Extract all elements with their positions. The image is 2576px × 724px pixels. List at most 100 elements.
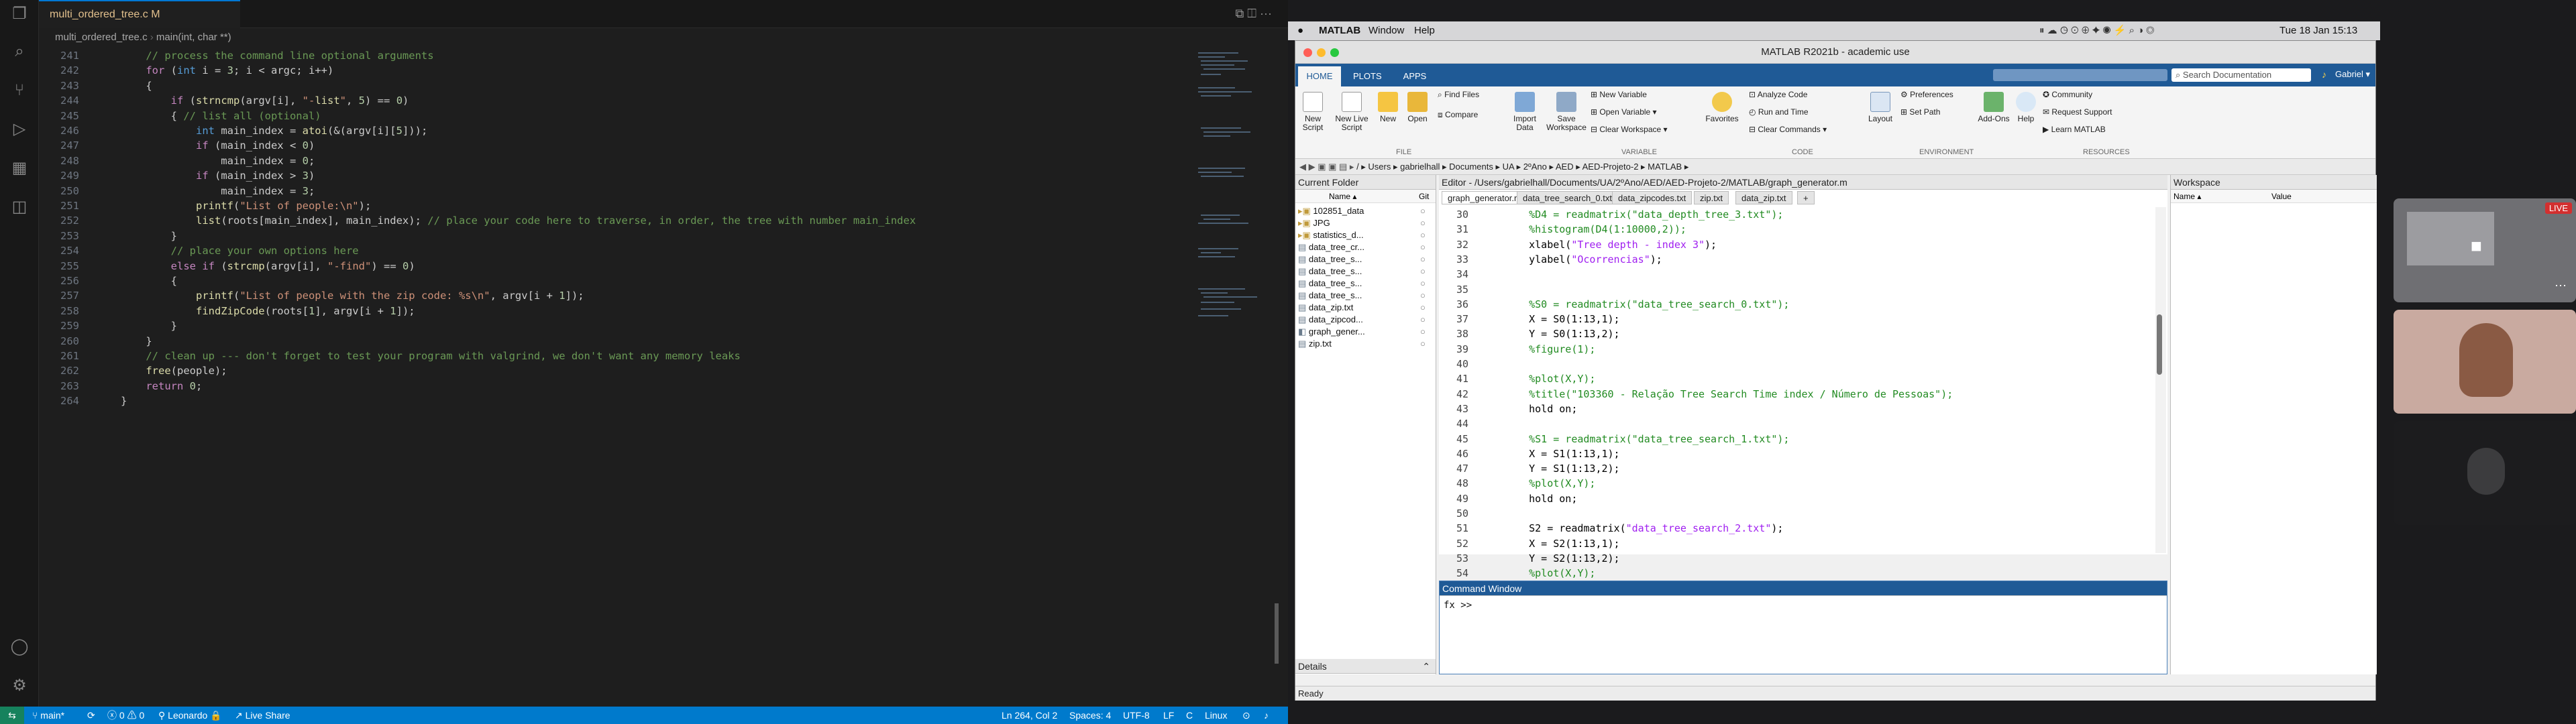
- new-live-script-button[interactable]: New Live Script: [1333, 92, 1371, 132]
- file-item[interactable]: ▤ data_zipcod... ○: [1298, 314, 1432, 325]
- new-script-button[interactable]: New Script: [1299, 92, 1326, 132]
- save-workspace-button[interactable]: Save Workspace: [1546, 92, 1587, 132]
- eol-status[interactable]: LF: [1163, 707, 1174, 724]
- current-path[interactable]: / ▸ Users ▸ gabrielhall ▸ Documents ▸ UA…: [1356, 162, 1688, 172]
- file-item[interactable]: ▤ data_tree_s... ○: [1298, 278, 1432, 289]
- code-line[interactable]: }: [121, 334, 152, 349]
- video-tile-participant[interactable]: [2394, 310, 2576, 414]
- new-button[interactable]: New: [1376, 92, 1400, 123]
- nav-buttons-icon[interactable]: ◀ ▶ ▣ ▣ ▤ ▸: [1295, 162, 1354, 172]
- clear-commands-button[interactable]: ⊟ Clear Commands ▾: [1749, 125, 1849, 134]
- code-line[interactable]: %plot(X,Y);: [1505, 371, 1595, 386]
- close-window-button[interactable]: [1303, 48, 1312, 57]
- code-line[interactable]: X = S1(1:13,1);: [1505, 446, 1619, 461]
- apple-menu-icon[interactable]: ●: [1297, 21, 1303, 40]
- code-line[interactable]: {: [121, 274, 177, 288]
- tab-multi-ordered-tree[interactable]: multi_ordered_tree.c M: [39, 0, 240, 28]
- community-link[interactable]: ✪ Community: [2043, 90, 2137, 99]
- code-line[interactable]: printf("List of people with the zip code…: [121, 288, 584, 303]
- problems-status[interactable]: ⓧ 0 ⚠ 0: [107, 707, 144, 724]
- run-and-time-button[interactable]: ◴ Run and Time: [1749, 108, 1836, 117]
- code-line[interactable]: %plot(X,Y);: [1505, 476, 1595, 491]
- editor-tab[interactable]: data_zipcodes.txt: [1612, 191, 1693, 204]
- col-git-header[interactable]: Git: [1419, 190, 1429, 203]
- editor-tab[interactable]: data_zip.txt: [1735, 191, 1792, 204]
- broadcast-icon[interactable]: ⊙: [1242, 707, 1250, 724]
- learn-matlab-link[interactable]: ▶ Learn MATLAB: [2043, 125, 2137, 134]
- code-line[interactable]: {: [121, 78, 152, 93]
- find-files-button[interactable]: ⌕ Find Files: [1438, 90, 1491, 99]
- tab-home[interactable]: HOME: [1298, 66, 1341, 86]
- import-data-button[interactable]: Import Data: [1509, 92, 1541, 132]
- cursor-position[interactable]: Ln 264, Col 2: [1002, 707, 1057, 724]
- search-icon[interactable]: ⌕: [9, 42, 30, 62]
- open-button[interactable]: Open: [1404, 92, 1431, 123]
- code-line[interactable]: // clean up --- don't forget to test you…: [121, 349, 741, 363]
- details-panel-header[interactable]: Details ⌃: [1295, 659, 1436, 674]
- editor-tab[interactable]: graph_generator.m: [1442, 191, 1527, 204]
- search-documentation-input[interactable]: ⌕ Search Documentation: [2171, 68, 2311, 82]
- user-status[interactable]: ⚲ Leonardo 🔒: [158, 707, 222, 724]
- preferences-button[interactable]: ⚙ Preferences: [1900, 90, 1974, 99]
- clear-workspace-button[interactable]: ⊟ Clear Workspace ▾: [1591, 125, 1691, 134]
- breadcrumb-file[interactable]: multi_ordered_tree.c: [55, 32, 148, 43]
- code-line[interactable]: %D4 = readmatrix("data_depth_tree_3.txt"…: [1505, 207, 1783, 222]
- code-line[interactable]: hold on;: [1505, 491, 1577, 506]
- minimize-window-button[interactable]: [1317, 48, 1326, 57]
- code-line[interactable]: // process the command line optional arg…: [121, 48, 433, 63]
- encoding-status[interactable]: UTF-8: [1123, 707, 1150, 724]
- request-support-link[interactable]: ✉ Request Support: [2043, 108, 2137, 117]
- os-status[interactable]: Linux: [1205, 707, 1227, 724]
- editor-actions-icon[interactable]: ⧉ ◫ ⋯: [1235, 7, 1272, 21]
- editor-tab[interactable]: zip.txt: [1694, 191, 1729, 204]
- settings-gear-icon[interactable]: ⚙: [9, 676, 30, 696]
- extensions-icon[interactable]: ▦: [9, 158, 30, 178]
- breadcrumb-function[interactable]: main(int, char **): [156, 32, 231, 43]
- code-line[interactable]: hold on;: [1505, 402, 1577, 416]
- file-item[interactable]: ▸▣ 102851_data ○: [1298, 206, 1432, 217]
- code-line[interactable]: // place your own options here: [121, 243, 359, 258]
- file-item[interactable]: ◧ graph_gener... ○: [1298, 326, 1432, 337]
- code-line[interactable]: xlabel("Tree depth - index 3");: [1505, 237, 1717, 252]
- command-prompt[interactable]: fx >>: [1444, 600, 1472, 611]
- account-icon[interactable]: ◯: [9, 637, 30, 657]
- code-line[interactable]: for (int i = 3; i < argc; i++): [121, 63, 333, 78]
- zoom-window-button[interactable]: [1330, 48, 1339, 57]
- code-line[interactable]: }: [121, 229, 177, 243]
- remote-explorer-icon[interactable]: ◫: [9, 197, 30, 217]
- analyze-code-button[interactable]: ⊡ Analyze Code: [1749, 90, 1836, 99]
- file-item[interactable]: ▤ zip.txt ○: [1298, 339, 1432, 349]
- layout-button[interactable]: Layout: [1866, 92, 1895, 123]
- code-line[interactable]: S2 = readmatrix("data_tree_search_2.txt"…: [1505, 521, 1783, 536]
- file-item[interactable]: ▸▣ statistics_d... ○: [1298, 230, 1432, 241]
- more-options-icon[interactable]: ⋯: [2555, 279, 2567, 293]
- code-line[interactable]: Y = S2(1:13,2);: [1505, 551, 1619, 566]
- remote-icon[interactable]: ⇆: [0, 707, 24, 724]
- code-line[interactable]: findZipCode(roots[1], argv[i + 1]);: [121, 304, 415, 318]
- code-line[interactable]: return 0;: [121, 379, 202, 394]
- video-tile-self[interactable]: [2394, 421, 2576, 525]
- code-line[interactable]: %figure(1);: [1505, 342, 1595, 357]
- code-line[interactable]: main_index = 3;: [121, 184, 315, 198]
- command-window[interactable]: Command Window fx >>: [1439, 581, 2167, 674]
- ws-col-value[interactable]: Value: [2271, 190, 2292, 203]
- minimap[interactable]: [1193, 47, 1280, 690]
- file-item[interactable]: ▤ data_tree_s... ○: [1298, 266, 1432, 277]
- col-name-header[interactable]: Name ▴: [1329, 190, 1356, 203]
- source-control-icon[interactable]: ⑂: [9, 80, 30, 101]
- code-line[interactable]: { // list all (optional): [121, 109, 321, 123]
- code-line[interactable]: %plot(X,Y);: [1505, 566, 1595, 581]
- code-line[interactable]: Y = S0(1:13,2);: [1505, 326, 1619, 341]
- file-item[interactable]: ▸▣ JPG ○: [1298, 218, 1432, 229]
- code-line[interactable]: }: [121, 318, 177, 333]
- code-editor[interactable]: 241 // process the command line optional…: [39, 47, 1193, 690]
- code-line[interactable]: X = S2(1:13,1);: [1505, 536, 1619, 551]
- code-line[interactable]: }: [121, 394, 127, 408]
- notifications-bell-icon[interactable]: ♪: [1264, 707, 1269, 724]
- set-path-button[interactable]: ⊞ Set Path: [1900, 108, 1974, 117]
- live-share-button[interactable]: ↗ Live Share: [235, 707, 290, 724]
- favorites-button[interactable]: Favorites: [1702, 92, 1742, 123]
- menu-help[interactable]: Help: [1414, 21, 1435, 40]
- menu-matlab[interactable]: MATLAB: [1319, 21, 1360, 40]
- menu-window[interactable]: Window: [1368, 21, 1404, 40]
